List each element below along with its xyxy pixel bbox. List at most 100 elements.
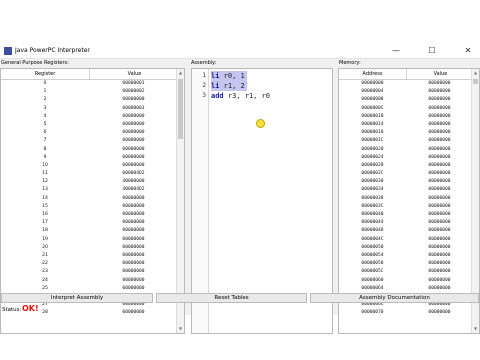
table-row[interactable]: 00000058 00000000 <box>339 260 473 268</box>
table-row[interactable]: 0000001C 00000000 <box>339 137 473 145</box>
table-row[interactable]: 00000030 00000000 <box>339 178 473 186</box>
register-value[interactable]: 00000000 <box>89 121 178 129</box>
table-row[interactable]: 12 40000000 <box>1 178 178 186</box>
register-value[interactable]: 000004D2 <box>89 170 178 178</box>
register-value[interactable]: 40000000 <box>89 178 178 186</box>
register-value[interactable]: 400004D2 <box>89 186 178 194</box>
register-value[interactable]: 00000000 <box>89 162 178 170</box>
memory-value[interactable]: 00000000 <box>406 285 473 293</box>
code-line[interactable]: li r0, 1 <box>211 71 247 81</box>
table-row[interactable]: 00000010 00000000 <box>339 113 473 121</box>
memory-value[interactable]: 00000000 <box>406 211 473 219</box>
table-row[interactable]: 18 00000000 <box>1 227 178 235</box>
register-value[interactable]: 00000000 <box>89 285 178 293</box>
assembly-documentation-button[interactable]: Assembly Documentation <box>310 293 479 303</box>
memory-value[interactable]: 00000000 <box>406 105 473 113</box>
memory-value[interactable]: 00000000 <box>406 219 473 227</box>
register-value[interactable]: 00000000 <box>89 113 178 121</box>
table-row[interactable]: 17 00000000 <box>1 219 178 227</box>
table-row[interactable]: 00000060 00000000 <box>339 277 473 285</box>
register-value[interactable]: 00000000 <box>89 137 178 145</box>
register-value[interactable]: 00000000 <box>89 146 178 154</box>
memory-value[interactable]: 00000000 <box>406 252 473 260</box>
table-row[interactable]: 7 00000000 <box>1 137 178 145</box>
register-value[interactable]: 00000003 <box>89 105 178 113</box>
register-value[interactable]: 00000000 <box>89 211 178 219</box>
table-row[interactable]: 11 000004D2 <box>1 170 178 178</box>
table-row[interactable]: 1 00000002 <box>1 88 178 96</box>
register-value[interactable]: 00000000 <box>89 203 178 211</box>
table-row[interactable]: 5 00000000 <box>1 121 178 129</box>
table-row[interactable]: 16 00000000 <box>1 211 178 219</box>
register-value[interactable]: 00000001 <box>89 80 178 88</box>
table-row[interactable]: 0000005C 00000000 <box>339 268 473 276</box>
memory-value[interactable]: 00000000 <box>406 170 473 178</box>
table-row[interactable]: 13 400004D2 <box>1 186 178 194</box>
table-row[interactable]: 4 00000000 <box>1 113 178 121</box>
memory-value[interactable]: 00000000 <box>406 236 473 244</box>
table-row[interactable]: 00000038 00000000 <box>339 195 473 203</box>
table-row[interactable]: 00000028 00000000 <box>339 162 473 170</box>
memory-value[interactable]: 00000000 <box>406 162 473 170</box>
memory-value[interactable]: 00000000 <box>406 146 473 154</box>
table-row[interactable]: 0 00000001 <box>1 80 178 88</box>
table-row[interactable]: 00000048 00000000 <box>339 227 473 235</box>
scroll-up-icon[interactable]: ▲ <box>472 69 479 77</box>
table-row[interactable]: 00000014 00000000 <box>339 121 473 129</box>
register-value[interactable]: 00000000 <box>89 309 178 317</box>
memory-value[interactable]: 00000000 <box>406 227 473 235</box>
memory-value[interactable]: 00000000 <box>406 113 473 121</box>
register-value[interactable]: 00000000 <box>89 154 178 162</box>
register-value[interactable]: 00000000 <box>89 252 178 260</box>
memory-value[interactable]: 00000000 <box>406 244 473 252</box>
table-row[interactable]: 00000064 00000000 <box>339 285 473 293</box>
column-header-address[interactable]: Address <box>339 69 406 79</box>
register-value[interactable]: 00000000 <box>89 195 178 203</box>
table-row[interactable]: 21 00000000 <box>1 252 178 260</box>
memory-value[interactable]: 00000000 <box>406 96 473 104</box>
column-header-mem-value[interactable]: Value <box>406 69 474 79</box>
memory-value[interactable]: 00000000 <box>406 195 473 203</box>
register-value[interactable]: 00000000 <box>89 227 178 235</box>
reset-tables-button[interactable]: Reset Tables <box>156 293 307 303</box>
table-row[interactable]: 00000000 00000000 <box>339 80 473 88</box>
table-row[interactable]: 9 00000000 <box>1 154 178 162</box>
register-value[interactable]: 00000002 <box>89 88 178 96</box>
interpret-assembly-button[interactable]: Interpret Assembly <box>1 293 153 303</box>
memory-value[interactable]: 00000000 <box>406 186 473 194</box>
table-row[interactable]: 0000000C 00000000 <box>339 105 473 113</box>
table-row[interactable]: 00000004 00000000 <box>339 88 473 96</box>
table-row[interactable]: 10 00000000 <box>1 162 178 170</box>
title-bar[interactable]: Java PowerPC Interpreter — ☐ ✕ <box>0 44 480 59</box>
memory-value[interactable]: 00000000 <box>406 121 473 129</box>
register-value[interactable]: 00000000 <box>89 260 178 268</box>
memory-scroll-thumb[interactable] <box>473 79 478 84</box>
table-row[interactable]: 00000020 00000000 <box>339 146 473 154</box>
table-row[interactable]: 23 00000000 <box>1 268 178 276</box>
table-row[interactable]: 00000008 00000000 <box>339 96 473 104</box>
table-row[interactable]: 00000070 00000000 <box>339 309 473 317</box>
table-row[interactable]: 14 00000000 <box>1 195 178 203</box>
table-row[interactable]: 3 00000003 <box>1 105 178 113</box>
code-line[interactable]: add r3, r1, r0 <box>211 91 270 101</box>
code-line[interactable]: li r1, 2 <box>211 81 247 91</box>
registers-scroll-thumb[interactable] <box>178 79 183 139</box>
memory-value[interactable]: 00000000 <box>406 203 473 211</box>
table-row[interactable]: 00000044 00000000 <box>339 219 473 227</box>
memory-value[interactable]: 00000000 <box>406 277 473 285</box>
table-row[interactable]: 00000024 00000000 <box>339 154 473 162</box>
table-row[interactable]: 15 00000000 <box>1 203 178 211</box>
close-button[interactable]: ✕ <box>456 44 480 58</box>
column-header-value[interactable]: Value <box>89 69 179 79</box>
column-header-register[interactable]: Register <box>1 69 89 79</box>
table-row[interactable]: 24 00000000 <box>1 277 178 285</box>
memory-value[interactable]: 00000000 <box>406 178 473 186</box>
table-row[interactable]: 0000004C 00000000 <box>339 236 473 244</box>
memory-value[interactable]: 00000000 <box>406 260 473 268</box>
table-row[interactable]: 0000003C 00000000 <box>339 203 473 211</box>
register-value[interactable]: 00000000 <box>89 219 178 227</box>
table-row[interactable]: 2 00000000 <box>1 96 178 104</box>
register-value[interactable]: 00000000 <box>89 236 178 244</box>
table-row[interactable]: 00000034 00000000 <box>339 186 473 194</box>
table-row[interactable]: 00000054 00000000 <box>339 252 473 260</box>
